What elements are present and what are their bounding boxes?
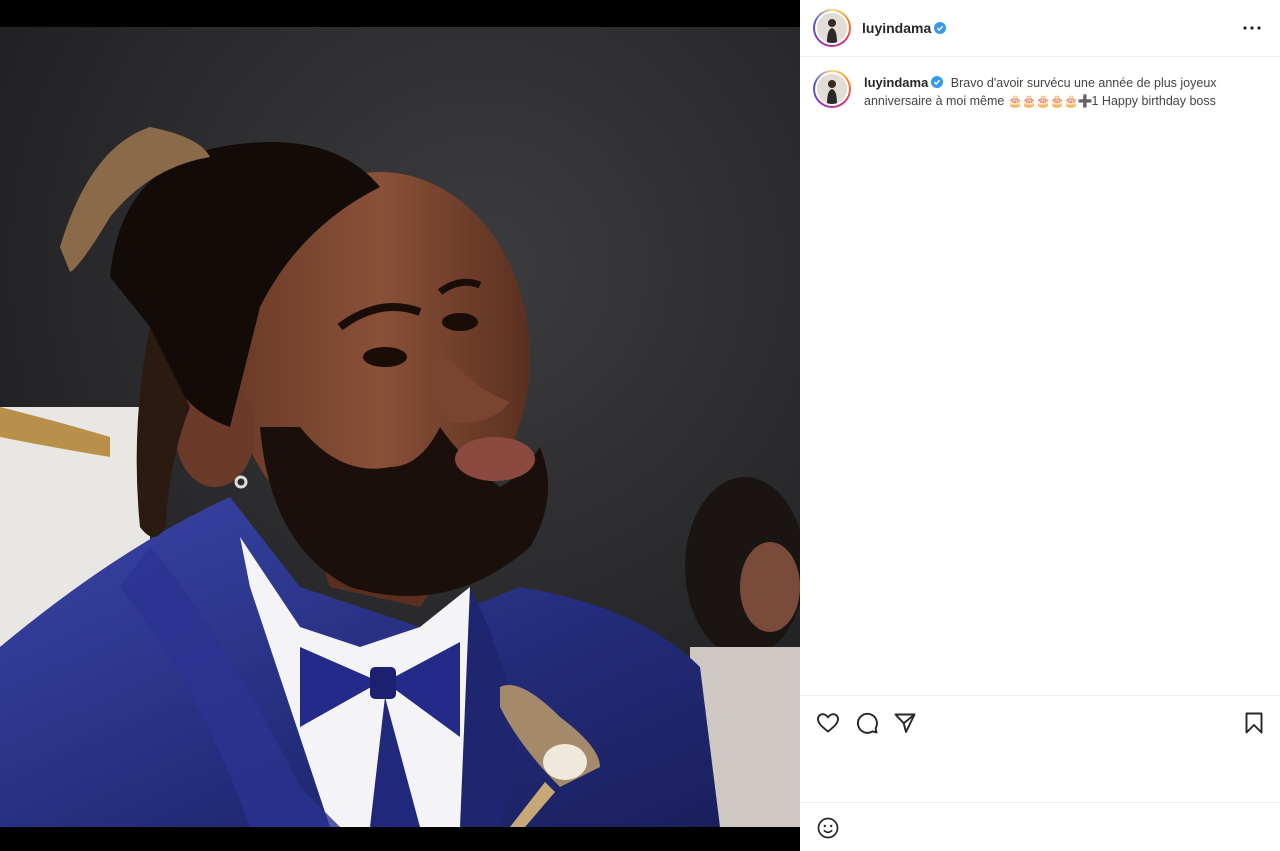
- caption-text-end: 1 Happy birthday boss: [1091, 93, 1216, 108]
- comment-bubble-icon: [857, 712, 878, 734]
- caption-author-avatar[interactable]: [813, 70, 851, 108]
- post-photo-illustration: [0, 27, 800, 827]
- author-username: luyindama: [862, 20, 932, 36]
- plus-emoji: ➕: [1077, 93, 1093, 108]
- share-button[interactable]: [893, 711, 917, 735]
- post-photo[interactable]: [0, 27, 800, 827]
- more-horizontal-icon: [1243, 26, 1261, 30]
- verified-badge-icon: [931, 76, 944, 88]
- save-button[interactable]: [1242, 711, 1266, 735]
- avatar-image: [817, 74, 847, 104]
- caption-username-link[interactable]: luyindama: [864, 75, 944, 90]
- post-caption: luyindama Bravo d'avoir survécu une anné…: [864, 74, 1244, 110]
- author-avatar[interactable]: [813, 9, 851, 47]
- add-comment-bar: [800, 802, 1280, 851]
- post-actions-bar: [800, 695, 1280, 747]
- caption-username: luyindama: [864, 75, 929, 90]
- post-header: luyindama: [800, 0, 1280, 57]
- author-username-link[interactable]: luyindama: [862, 20, 947, 36]
- comment-button[interactable]: [855, 711, 879, 735]
- bookmark-icon: [1245, 712, 1263, 734]
- heart-icon: [817, 713, 839, 733]
- post-media-pane: [0, 0, 800, 851]
- smiley-icon: [817, 817, 839, 839]
- cake-emojis: 🎂🎂🎂🎂🎂: [1007, 93, 1079, 108]
- verified-badge-icon: [934, 22, 947, 34]
- emoji-picker-button[interactable]: [816, 816, 840, 840]
- like-button[interactable]: [816, 711, 840, 735]
- paper-plane-icon: [894, 713, 916, 733]
- post-side-panel: luyindama luyindama Bravo d'avoir survéc…: [800, 0, 1280, 851]
- more-options-button[interactable]: [1240, 16, 1264, 40]
- comment-input[interactable]: [852, 811, 1262, 845]
- avatar-image: [817, 13, 847, 43]
